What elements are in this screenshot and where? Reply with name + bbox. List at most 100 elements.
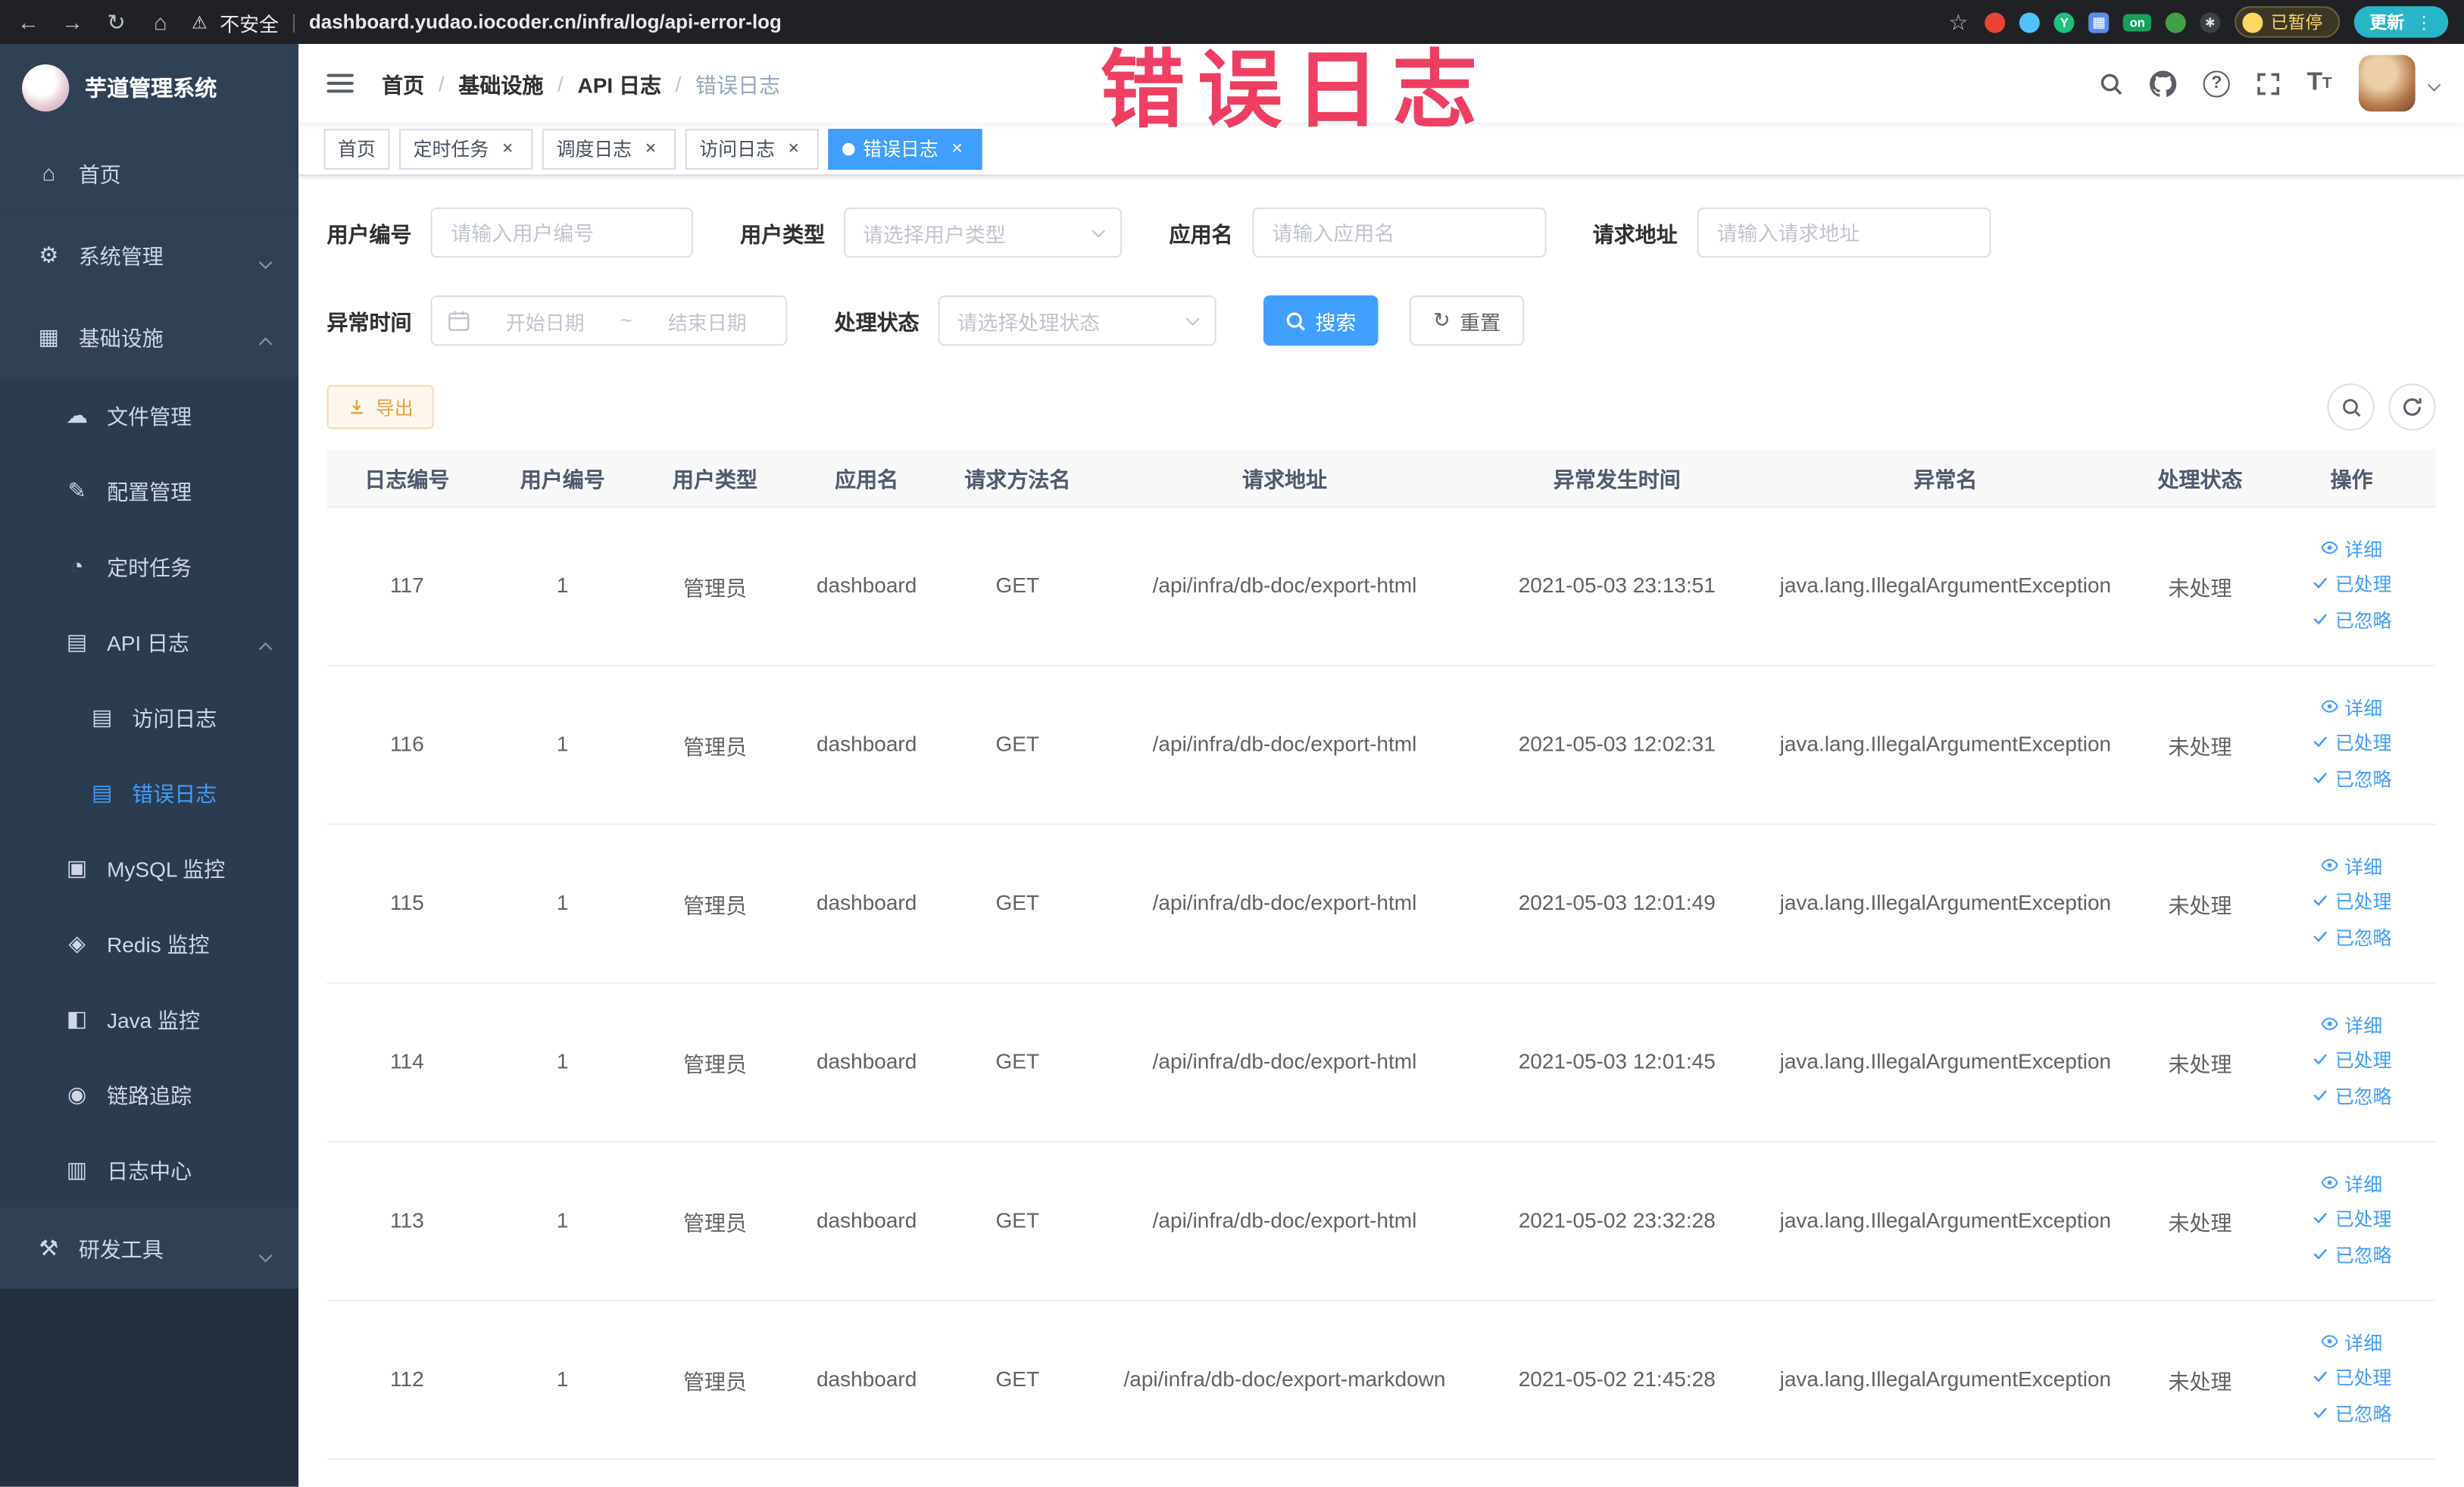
mark-processed-link[interactable]: 已处理 — [2274, 1203, 2429, 1238]
cell-exception: java.lang.IllegalArgumentException — [1758, 1299, 2133, 1460]
mark-processed-link[interactable]: 已处理 — [2274, 886, 2429, 920]
mark-ignored-link[interactable]: 已忽略 — [2274, 603, 2429, 638]
sidebar-item-infra[interactable]: ▦ 基础设施 — [0, 295, 299, 377]
sidebar-item-access-log[interactable]: ▤ 访问日志 — [0, 679, 299, 754]
forward-icon[interactable]: → — [60, 9, 85, 34]
tab-home[interactable]: 首页 — [323, 128, 390, 170]
hamburger-menu-icon[interactable] — [323, 67, 357, 98]
breadcrumb-item[interactable]: 基础设施 — [458, 67, 543, 98]
mark-ignored-link[interactable]: 已忽略 — [2274, 1238, 2429, 1273]
close-icon[interactable]: × — [946, 138, 968, 160]
detail-link[interactable]: 详细 — [2274, 533, 2429, 568]
hide-search-button[interactable] — [2327, 383, 2375, 431]
bookmark-star-icon[interactable]: ☆ — [1946, 8, 1971, 35]
cell-actions: 详细 已处理 已忽略 — [2267, 664, 2436, 825]
sidebar-item-log-center[interactable]: ▥ 日志中心 — [0, 1131, 299, 1207]
tab-cron-job[interactable]: 定时任务 × — [398, 128, 533, 170]
mark-processed-link[interactable]: 已处理 — [2274, 1361, 2429, 1396]
extension-on-badge[interactable]: on — [2123, 13, 2152, 31]
mark-processed-link[interactable]: 已处理 — [2274, 726, 2429, 761]
address-bar[interactable]: ⚠ 不安全 | dashboard.yudao.iocoder.cn/infra… — [192, 7, 1927, 36]
tab-job-log[interactable]: 调度日志 × — [542, 128, 676, 170]
close-icon[interactable]: × — [639, 138, 661, 160]
refresh-button[interactable] — [2388, 383, 2436, 431]
reload-icon[interactable]: ↻ — [104, 8, 129, 35]
logo-title: 芋道管理系统 — [85, 75, 217, 101]
reset-button[interactable]: ↻ 重置 — [1409, 295, 1525, 346]
sidebar-item-error-log[interactable]: ▤ 错误日志 — [0, 754, 299, 830]
extension-grid-icon[interactable]: ▦ — [2088, 11, 2110, 33]
mark-processed-link[interactable]: 已处理 — [2274, 1044, 2429, 1079]
sidebar-item-job[interactable]: ◔ 定时任务 — [0, 528, 299, 604]
extension-green-icon[interactable]: Y — [2053, 11, 2075, 33]
table-row: 116 1 管理员 dashboard GET/api/infra/db-doc/exp… — [326, 664, 2436, 825]
update-button[interactable]: 更新 ⋮ — [2353, 6, 2449, 38]
cell-status: 未处理 — [2132, 664, 2268, 825]
fullscreen-icon[interactable] — [2256, 71, 2280, 95]
tab-access-log[interactable]: 访问日志 × — [685, 128, 820, 170]
extension-leaf-icon[interactable] — [2165, 11, 2186, 33]
detail-link[interactable]: 详细 — [2274, 1009, 2429, 1044]
cell-time: 2021-05-03 23:13:51 — [1476, 506, 1759, 666]
sidebar-item-redis[interactable]: ◈ Redis 监控 — [0, 904, 299, 981]
sidebar-item-label: 定时任务 — [107, 556, 192, 580]
extension-blue-icon[interactable] — [2019, 11, 2041, 33]
detail-link[interactable]: 详细 — [2274, 1168, 2429, 1203]
breadcrumb-item[interactable]: 首页 — [382, 67, 424, 98]
sidebar-item-label: 系统管理 — [78, 245, 164, 269]
cell-app-name: dashboard — [792, 823, 942, 983]
process-status-select[interactable]: 请选择处理状态 — [938, 295, 1216, 346]
tab-error-log[interactable]: 错误日志 × — [828, 128, 982, 170]
table-row: 112 1 管理员 dashboard GET/api/infra/db-doc/exp… — [326, 1299, 2436, 1460]
close-icon[interactable]: × — [782, 138, 804, 160]
browser-home-icon[interactable]: ⌂ — [148, 9, 173, 34]
sidebar-item-file[interactable]: ☁ 文件管理 — [0, 376, 299, 453]
sidebar-item-devtools[interactable]: ⚒ 研发工具 — [0, 1207, 299, 1289]
detail-link[interactable]: 详细 — [2274, 851, 2429, 886]
cell-request-url: /api/infra/db-doc/export-markdown — [1093, 1299, 1476, 1460]
mark-ignored-link[interactable]: 已忽略 — [2274, 1079, 2429, 1114]
sidebar-item-java[interactable]: ◧ Java 监控 — [0, 980, 299, 1057]
search-icon[interactable] — [2100, 71, 2123, 95]
user-type-select[interactable]: 请选择用户类型 — [844, 207, 1123, 258]
kebab-menu-icon[interactable]: ⋮ — [2416, 12, 2433, 33]
github-icon[interactable] — [2150, 70, 2177, 96]
sidebar-item-mysql[interactable]: ▣ MySQL 监控 — [0, 829, 299, 905]
mark-ignored-link[interactable]: 已忽略 — [2274, 920, 2429, 955]
export-button-label: 导出 — [375, 396, 414, 419]
date-separator: ~ — [620, 309, 632, 332]
table-row: 113 1 管理员 dashboard GET/api/infra/db-doc/exp… — [326, 1141, 2436, 1301]
mark-ignored-link[interactable]: 已忽略 — [2274, 761, 2429, 796]
close-icon[interactable]: × — [497, 138, 519, 160]
extension-pin-icon[interactable]: ✱ — [2200, 11, 2221, 33]
font-size-icon[interactable]: TT — [2307, 69, 2332, 97]
detail-link[interactable]: 详细 — [2274, 1326, 2429, 1361]
paused-button[interactable]: 已暂停 — [2234, 6, 2341, 38]
cell-method: GET — [941, 982, 1094, 1142]
extension-red-icon[interactable] — [1985, 11, 2006, 33]
request-url-input[interactable] — [1716, 220, 1970, 245]
app-name-input[interactable] — [1272, 220, 1526, 245]
document-icon: ▤ — [92, 703, 113, 729]
breadcrumb-item[interactable]: API 日志 — [577, 67, 661, 98]
table-header-row: 日志编号 用户编号 用户类型 应用名 请求方法名 请求地址 异常发生时间 异常名 处理状态 操作 — [326, 449, 2436, 508]
mark-processed-link[interactable]: 已处理 — [2274, 568, 2429, 603]
user-id-input[interactable] — [451, 220, 673, 245]
logo[interactable]: 芋道管理系统 — [0, 44, 299, 133]
exception-time-range-picker[interactable]: 开始日期 ~ 结束日期 — [430, 295, 788, 346]
avatar[interactable] — [2359, 55, 2416, 112]
mark-ignored-link[interactable]: 已忽略 — [2274, 1396, 2429, 1431]
sidebar-item-config[interactable]: ✎ 配置管理 — [0, 452, 299, 529]
back-icon[interactable]: ← — [16, 9, 41, 34]
chevron-down-icon[interactable] — [2427, 69, 2441, 97]
sidebar-item-api-log[interactable]: ▤ API 日志 — [0, 603, 299, 679]
detail-link[interactable]: 详细 — [2274, 692, 2429, 726]
help-icon[interactable]: ? — [2203, 70, 2231, 97]
sidebar-item-trace[interactable]: ◉ 链路追踪 — [0, 1056, 299, 1132]
search-button[interactable]: 搜索 — [1263, 295, 1379, 346]
cell-method: GET — [941, 506, 1094, 666]
action-label: 详细 — [2344, 1174, 2383, 1197]
sidebar-item-system[interactable]: ⚙ 系统管理 — [0, 214, 299, 296]
export-button[interactable]: 导出 — [326, 385, 434, 430]
sidebar-item-home[interactable]: ⌂ 首页 — [0, 132, 299, 214]
